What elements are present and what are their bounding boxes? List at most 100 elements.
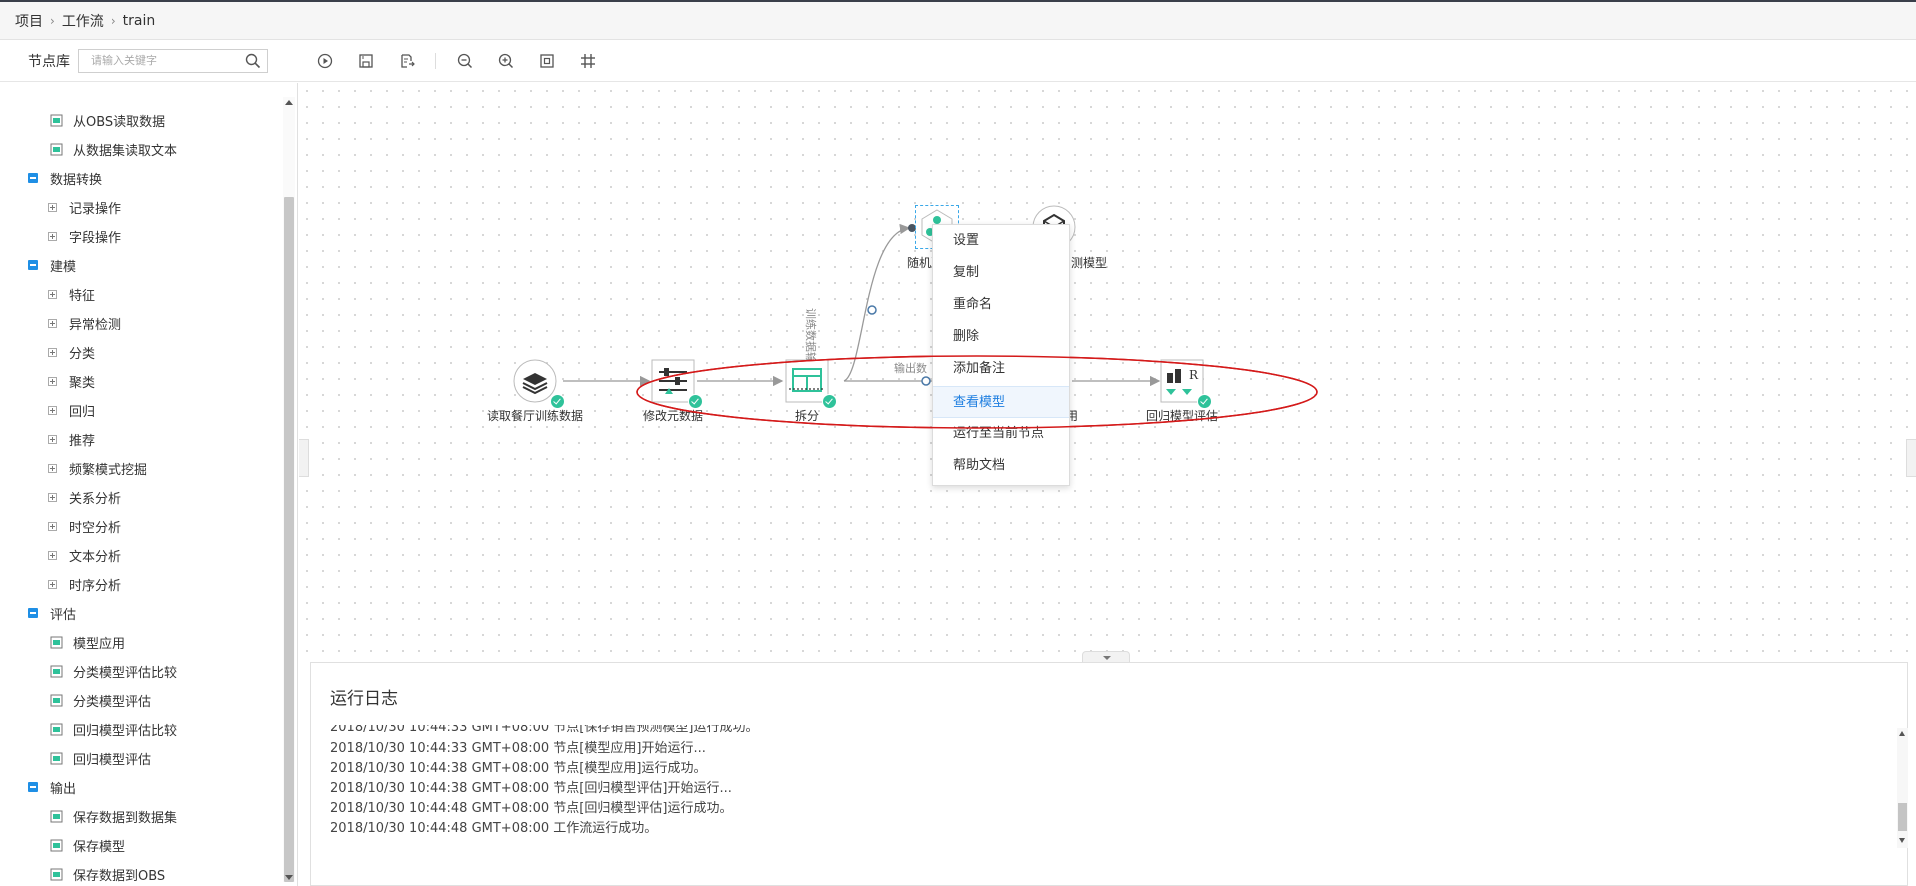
- tree-leaf-node[interactable]: 模型应用: [50, 630, 125, 654]
- collapse-minus-icon[interactable]: [28, 782, 38, 792]
- tree-group-node[interactable]: 建模: [28, 253, 76, 277]
- log-scrollbar-thumb[interactable]: [1898, 803, 1907, 831]
- tree-group-node[interactable]: 输出: [28, 775, 76, 799]
- menu-item-add-note[interactable]: 添加备注: [933, 353, 1069, 385]
- tree-group-node[interactable]: 异常检测: [48, 311, 121, 335]
- workflow-canvas[interactable]: 训练数据输出 输出数 读取餐厅训练数据 修改元数据 拆分 随机决 测模型 用 R…: [299, 83, 1916, 663]
- save-button[interactable]: [345, 46, 386, 76]
- zoom-in-button[interactable]: [485, 46, 526, 76]
- expand-plus-icon[interactable]: [48, 231, 57, 241]
- port-dot: [921, 376, 931, 386]
- log-collapse-tab[interactable]: [1082, 651, 1130, 662]
- grid-button[interactable]: [567, 46, 608, 76]
- tree-leaf-node[interactable]: 回归模型评估比较: [50, 717, 177, 741]
- tree-leaf-node[interactable]: 保存数据到数据集: [50, 804, 177, 828]
- expand-plus-icon[interactable]: [48, 579, 57, 589]
- expand-plus-icon[interactable]: [48, 289, 57, 299]
- expand-plus-icon[interactable]: [48, 405, 57, 415]
- expand-plus-icon[interactable]: [48, 550, 57, 560]
- expand-plus-icon[interactable]: [48, 463, 57, 473]
- left-collapse-tab[interactable]: [299, 439, 309, 477]
- node-library-sidebar: 从OBS读取数据从数据集读取文本数据转换记录操作字段操作建模特征异常检测分类聚类…: [0, 83, 298, 886]
- tree-group-node[interactable]: 关系分析: [48, 485, 121, 509]
- tree-leaf-node[interactable]: 保存数据到OBS: [50, 862, 165, 886]
- tree-node-label: 特征: [69, 288, 96, 304]
- scroll-down-arrow-icon[interactable]: [1899, 838, 1905, 843]
- node-type-icon: [50, 723, 63, 736]
- log-scrollbar[interactable]: [1897, 728, 1908, 848]
- log-line: 2018/10/30 10:44:33 GMT+08:00 节点[保存销售预测模…: [330, 725, 759, 735]
- node-read-data[interactable]: [513, 359, 565, 409]
- menu-item-settings[interactable]: 设置: [933, 225, 1069, 257]
- node-label-regression-eval: 回归模型评估: [1145, 409, 1219, 423]
- menu-item-copy[interactable]: 复制: [933, 257, 1069, 289]
- menu-item-help-doc[interactable]: 帮助文档: [933, 450, 1069, 482]
- tree-leaf-node[interactable]: 从数据集读取文本: [50, 137, 177, 161]
- expand-plus-icon[interactable]: [48, 318, 57, 328]
- breadcrumb-item-current: train: [122, 12, 156, 29]
- zoom-out-button[interactable]: [444, 46, 485, 76]
- tree-group-node[interactable]: 推荐: [48, 427, 95, 451]
- tree-group-node[interactable]: 特征: [48, 282, 95, 306]
- tree-node-label: 回归模型评估比较: [73, 723, 178, 739]
- node-regression-eval[interactable]: R: [1160, 359, 1212, 409]
- breadcrumb-item-workflow[interactable]: 工作流: [62, 11, 104, 31]
- menu-item-delete[interactable]: 删除: [933, 321, 1069, 353]
- menu-item-rename[interactable]: 重命名: [933, 289, 1069, 321]
- expand-plus-icon[interactable]: [48, 434, 57, 444]
- breadcrumb-item-project[interactable]: 项目: [15, 11, 43, 31]
- node-library-label: 节点库: [28, 53, 70, 70]
- tree-node-label: 保存模型: [73, 839, 126, 855]
- tree-group-node[interactable]: 频繁模式挖掘: [48, 456, 147, 480]
- collapse-minus-icon[interactable]: [28, 260, 38, 270]
- sidebar-scrollbar-thumb[interactable]: [284, 197, 294, 882]
- zoom-in-icon: [498, 53, 513, 68]
- node-split[interactable]: [785, 359, 837, 409]
- scroll-up-arrow-icon[interactable]: [285, 100, 293, 105]
- run-button[interactable]: [304, 46, 345, 76]
- export-button[interactable]: [386, 46, 427, 76]
- right-collapse-tab[interactable]: [1906, 439, 1916, 477]
- tree-group-node[interactable]: 时空分析: [48, 514, 121, 538]
- tree-node-label: 分类模型评估: [73, 694, 152, 710]
- tree-group-node[interactable]: 评估: [28, 601, 76, 625]
- tree-group-node[interactable]: 文本分析: [48, 543, 121, 567]
- port-dot: [867, 305, 877, 315]
- tree-leaf-node[interactable]: 回归模型评估: [50, 746, 151, 770]
- edge-split-to-rf: [843, 223, 911, 382]
- expand-plus-icon[interactable]: [48, 347, 57, 357]
- tree-leaf-node[interactable]: 从OBS读取数据: [50, 108, 165, 132]
- tree-leaf-node[interactable]: 分类模型评估: [50, 688, 151, 712]
- expand-plus-icon[interactable]: [48, 376, 57, 386]
- tree-group-node[interactable]: 字段操作: [48, 224, 121, 248]
- tree-group-node[interactable]: 聚类: [48, 369, 95, 393]
- scroll-up-arrow-icon[interactable]: [1899, 731, 1905, 736]
- tree-node-label: 时空分析: [69, 520, 122, 536]
- tree-group-node[interactable]: 时序分析: [48, 572, 121, 596]
- collapse-minus-icon[interactable]: [28, 608, 38, 618]
- expand-plus-icon[interactable]: [48, 202, 57, 212]
- tree-node-label: 推荐: [69, 433, 96, 449]
- tree-node-label: 时序分析: [69, 578, 122, 594]
- menu-item-run-to-node[interactable]: 运行至当前节点: [933, 418, 1069, 450]
- node-search-input[interactable]: [79, 49, 229, 72]
- expand-plus-icon[interactable]: [48, 492, 57, 502]
- node-type-icon: [50, 810, 63, 823]
- tree-leaf-node[interactable]: 分类模型评估比较: [50, 659, 177, 683]
- tree-node-label: 异常检测: [69, 317, 122, 333]
- tree-group-node[interactable]: 记录操作: [48, 195, 121, 219]
- search-icon[interactable]: [245, 53, 261, 73]
- expand-plus-icon[interactable]: [48, 521, 57, 531]
- sidebar-scrollbar[interactable]: [283, 97, 295, 882]
- tree-group-node[interactable]: 分类: [48, 340, 95, 364]
- tree-group-node[interactable]: 数据转换: [28, 166, 102, 190]
- menu-item-view-model[interactable]: 查看模型: [933, 386, 1069, 418]
- tree-node-label: 从OBS读取数据: [73, 114, 166, 130]
- tree-group-node[interactable]: 回归: [48, 398, 95, 422]
- scroll-down-arrow-icon[interactable]: [285, 875, 293, 880]
- node-type-icon: [50, 694, 63, 707]
- node-modify-metadata[interactable]: [651, 359, 703, 409]
- tree-leaf-node[interactable]: 保存模型: [50, 833, 125, 857]
- fit-screen-button[interactable]: [526, 46, 567, 76]
- collapse-minus-icon[interactable]: [28, 173, 38, 183]
